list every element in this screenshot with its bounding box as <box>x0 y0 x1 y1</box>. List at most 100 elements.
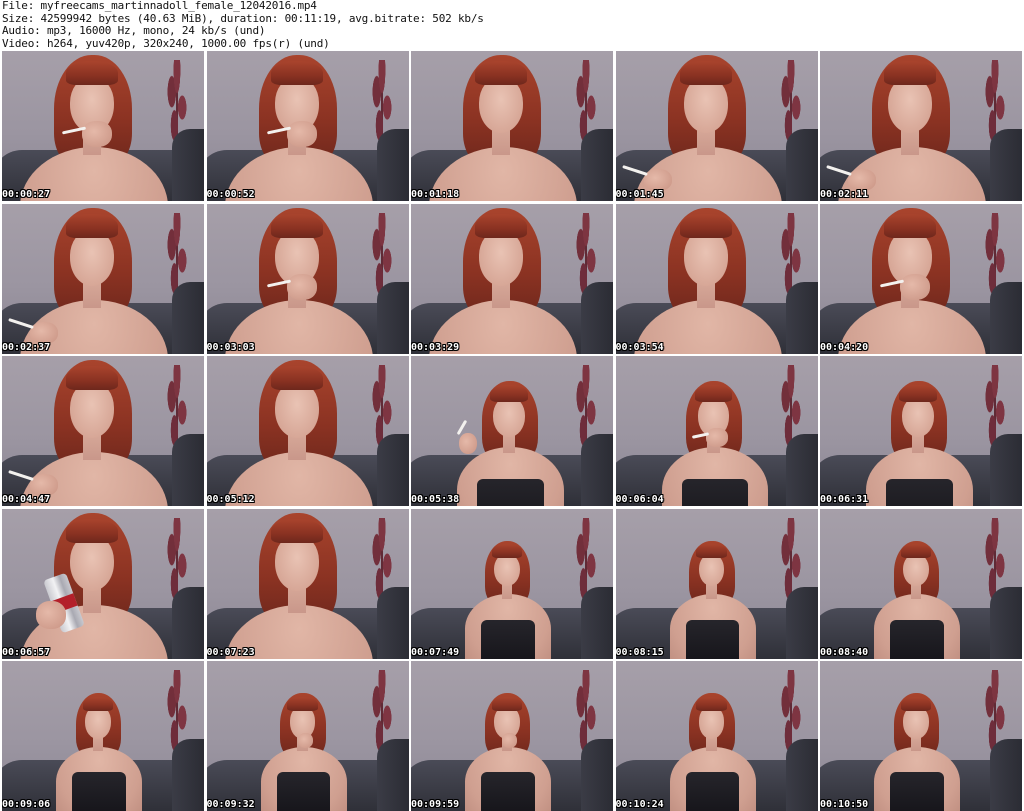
hair-fringe <box>679 61 732 85</box>
hair-fringe <box>490 385 528 403</box>
hair-fringe <box>694 385 733 403</box>
dark-top <box>685 619 740 659</box>
sofa-arm <box>785 739 818 811</box>
hair-fringe <box>899 385 937 403</box>
hand <box>706 428 728 448</box>
dark-top <box>886 478 953 506</box>
video-thumbnail: 00:04:20 <box>820 203 1022 354</box>
video-thumbnail: 00:03:29 <box>411 203 613 354</box>
face <box>70 534 114 591</box>
frame-timestamp: 00:08:15 <box>615 646 664 658</box>
video-thumbnail: 00:08:15 <box>615 508 818 659</box>
sofa-arm <box>172 739 204 811</box>
hair-fringe <box>491 696 523 711</box>
frame-timestamp: 00:06:57 <box>2 646 51 658</box>
video-thumbnail: 00:07:23 <box>206 508 409 659</box>
hand <box>900 273 930 300</box>
hair-fringe <box>270 518 323 543</box>
face <box>903 553 929 587</box>
frame-timestamp: 00:03:29 <box>411 341 460 353</box>
video-thumbnail: 00:10:50 <box>820 661 1022 811</box>
sofa-arm <box>376 281 409 354</box>
hair-fringe <box>66 518 118 543</box>
hair-fringe <box>696 544 727 559</box>
sofa-arm <box>581 739 613 811</box>
video-thumbnail: 00:06:04 <box>615 356 818 506</box>
hair-fringe <box>270 61 323 85</box>
hand <box>643 169 672 191</box>
frame-timestamp: 00:00:27 <box>2 189 51 200</box>
face <box>493 396 525 438</box>
file-info-header: File: myfreecams_martinnadoll_female_120… <box>2 0 1022 50</box>
video-thumbnail: 00:09:06 <box>2 661 204 811</box>
dark-top <box>890 772 944 811</box>
video-thumbnail: 00:03:54 <box>615 203 818 354</box>
frame-timestamp: 00:05:38 <box>411 494 460 505</box>
frame-timestamp: 00:03:54 <box>615 341 664 353</box>
dark-top <box>685 772 740 811</box>
dark-top <box>477 478 544 506</box>
frame-timestamp: 00:09:32 <box>206 799 255 810</box>
hair-fringe <box>66 366 118 390</box>
hair-fringe <box>270 213 323 238</box>
face <box>903 706 929 739</box>
sofa-arm <box>785 586 818 659</box>
face <box>683 229 728 286</box>
frame-timestamp: 00:01:45 <box>615 189 664 200</box>
video-thumbnail: 00:06:31 <box>820 356 1022 506</box>
video-thumbnail: 00:10:24 <box>615 661 818 811</box>
audio-info-line: Audio: mp3, 16000 Hz, mono, 24 kb/s (und… <box>2 24 266 37</box>
hair-fringe <box>475 61 527 85</box>
hand <box>30 321 58 344</box>
video-info-line: Video: h264, yuv420p, 320x240, 1000.00 f… <box>2 36 330 50</box>
video-thumbnail: 00:02:11 <box>820 51 1022 201</box>
face <box>70 382 114 438</box>
hair-fringe <box>287 696 318 711</box>
hand <box>36 600 66 629</box>
video-thumbnail: 00:01:45 <box>615 51 818 201</box>
hair-fringe <box>66 213 118 238</box>
video-thumbnail: 00:04:47 <box>2 356 204 506</box>
frame-timestamp: 00:10:50 <box>820 799 869 810</box>
face <box>888 77 932 133</box>
sofa-arm <box>990 281 1022 354</box>
sofa-arm <box>581 586 613 659</box>
hand <box>286 121 317 147</box>
face <box>902 396 934 438</box>
hair-fringe <box>884 61 936 85</box>
face <box>479 77 523 133</box>
sofa-arm <box>172 281 204 354</box>
video-thumbnail: 00:02:37 <box>2 203 204 354</box>
frame-timestamp: 00:09:06 <box>2 799 51 810</box>
frame-timestamp: 00:06:04 <box>615 494 664 505</box>
face <box>274 382 319 438</box>
sofa-arm <box>376 739 409 811</box>
sofa-arm <box>172 434 204 506</box>
dark-top <box>481 772 535 811</box>
hair-fringe <box>491 544 523 559</box>
hair-fringe <box>270 366 323 390</box>
hair-fringe <box>900 544 932 559</box>
frame-timestamp: 00:04:47 <box>2 494 51 505</box>
sofa-arm <box>990 586 1022 659</box>
sofa-arm <box>172 129 204 201</box>
hand <box>502 732 518 748</box>
file-name-line: File: myfreecams_martinnadoll_female_120… <box>2 0 317 12</box>
video-thumbnail: 00:03:03 <box>206 203 409 354</box>
sofa-arm <box>376 586 409 659</box>
video-thumbnail: 00:06:57 <box>2 508 204 659</box>
face <box>70 229 114 286</box>
hair-fringe <box>679 213 732 238</box>
video-thumbnail: 00:08:40 <box>820 508 1022 659</box>
frame-timestamp: 00:09:59 <box>411 799 460 810</box>
frame-timestamp: 00:08:40 <box>820 646 869 658</box>
dark-top <box>890 619 944 659</box>
hand <box>297 732 313 748</box>
dark-top <box>276 772 331 811</box>
frame-timestamp: 00:07:49 <box>411 646 460 658</box>
frame-timestamp: 00:04:20 <box>820 341 869 353</box>
video-thumbnail: 00:09:59 <box>411 661 613 811</box>
frame-timestamp: 00:02:11 <box>820 189 869 200</box>
video-thumbnail: 00:00:52 <box>206 51 409 201</box>
video-thumbnail: 00:01:18 <box>411 51 613 201</box>
